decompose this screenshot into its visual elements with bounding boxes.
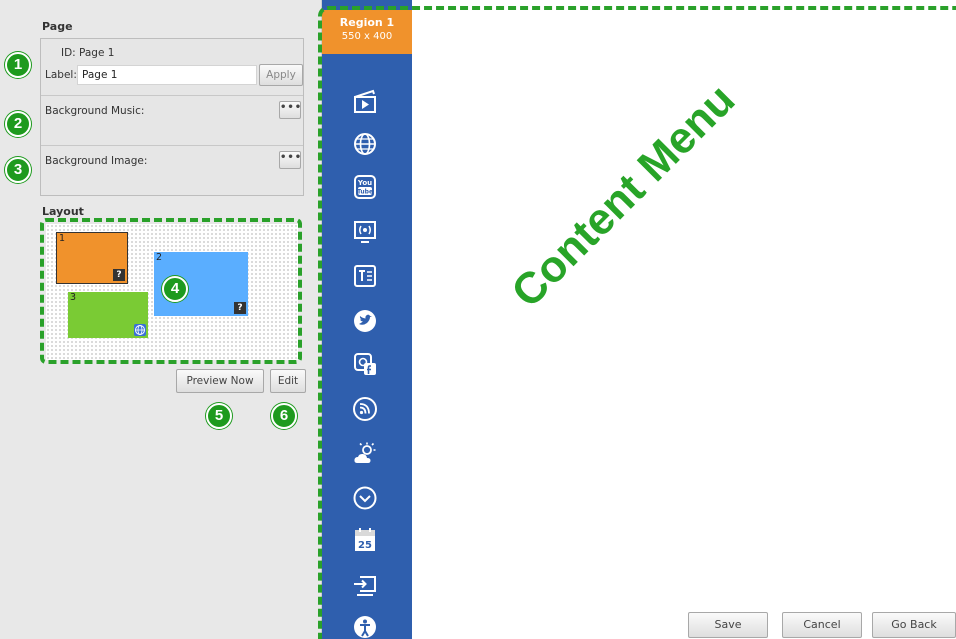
- background-image-label: Background Image:: [45, 155, 148, 167]
- save-button[interactable]: Save: [688, 612, 768, 638]
- properties-panel: Page ID: Page 1 Label: Apply Background …: [0, 0, 322, 639]
- divider: [41, 145, 303, 146]
- id-label: ID:: [61, 47, 76, 59]
- preview-now-button[interactable]: Preview Now: [176, 369, 264, 393]
- calendar-icon[interactable]: 25: [352, 527, 378, 553]
- calendar-day: 25: [358, 540, 372, 551]
- youtube-text: You: [357, 179, 372, 187]
- callout-marker: 6: [271, 403, 297, 429]
- layout-region-1[interactable]: 1 ?: [56, 232, 128, 284]
- id-value: Page 1: [79, 47, 115, 59]
- editor-root: Page ID: Page 1 Label: Apply Background …: [0, 0, 956, 639]
- callout-marker: 4: [162, 276, 188, 302]
- accessibility-icon[interactable]: [352, 614, 378, 639]
- weather-icon[interactable]: [352, 441, 378, 467]
- callout-marker: 5: [206, 403, 232, 429]
- page-label-input[interactable]: [77, 65, 257, 85]
- clock-icon[interactable]: [352, 485, 378, 511]
- page-section-title: Page: [42, 20, 73, 33]
- callout-marker: 1: [5, 52, 31, 78]
- cancel-button[interactable]: Cancel: [782, 612, 862, 638]
- youtube-icon[interactable]: You Tube: [352, 174, 378, 200]
- unknown-content-icon: ?: [113, 269, 125, 281]
- region-number: 3: [70, 292, 77, 303]
- background-music-label: Background Music:: [45, 105, 145, 117]
- page-properties-box: ID: Page 1 Label: Apply Background Music…: [40, 38, 304, 196]
- callout-marker: 2: [5, 111, 31, 137]
- layout-region-3[interactable]: 3: [68, 292, 148, 338]
- edit-button[interactable]: Edit: [270, 369, 306, 393]
- layout-section-title: Layout: [42, 205, 84, 218]
- rss-icon[interactable]: [352, 396, 378, 422]
- video-icon[interactable]: [352, 88, 378, 114]
- region-tab[interactable]: Region 1 550 x 400: [322, 10, 412, 54]
- label-label: Label:: [45, 69, 77, 81]
- live-stream-icon[interactable]: [352, 219, 378, 245]
- content-canvas: [412, 0, 956, 639]
- region-tab-title: Region 1: [339, 16, 395, 29]
- globe-icon: [134, 324, 146, 336]
- unknown-content-icon: ?: [234, 302, 246, 314]
- web-icon[interactable]: [352, 131, 378, 157]
- callout-marker: 3: [5, 157, 31, 183]
- region-tab-size: 550 x 400: [341, 31, 393, 42]
- twitter-icon[interactable]: [352, 308, 378, 334]
- apply-button[interactable]: Apply: [259, 64, 303, 86]
- svg-text:Tube: Tube: [357, 189, 373, 196]
- background-image-browse-button[interactable]: •••: [279, 151, 301, 169]
- go-back-button[interactable]: Go Back: [872, 612, 956, 638]
- divider: [41, 95, 303, 96]
- region-number: 1: [59, 233, 66, 244]
- input-source-icon[interactable]: [352, 572, 378, 598]
- text-icon[interactable]: [352, 263, 378, 289]
- region-number: 2: [156, 252, 163, 263]
- social-feed-icon[interactable]: [352, 351, 378, 377]
- content-menu-strip: Region 1 550 x 400 You Tube 25: [322, 0, 412, 639]
- background-music-browse-button[interactable]: •••: [279, 101, 301, 119]
